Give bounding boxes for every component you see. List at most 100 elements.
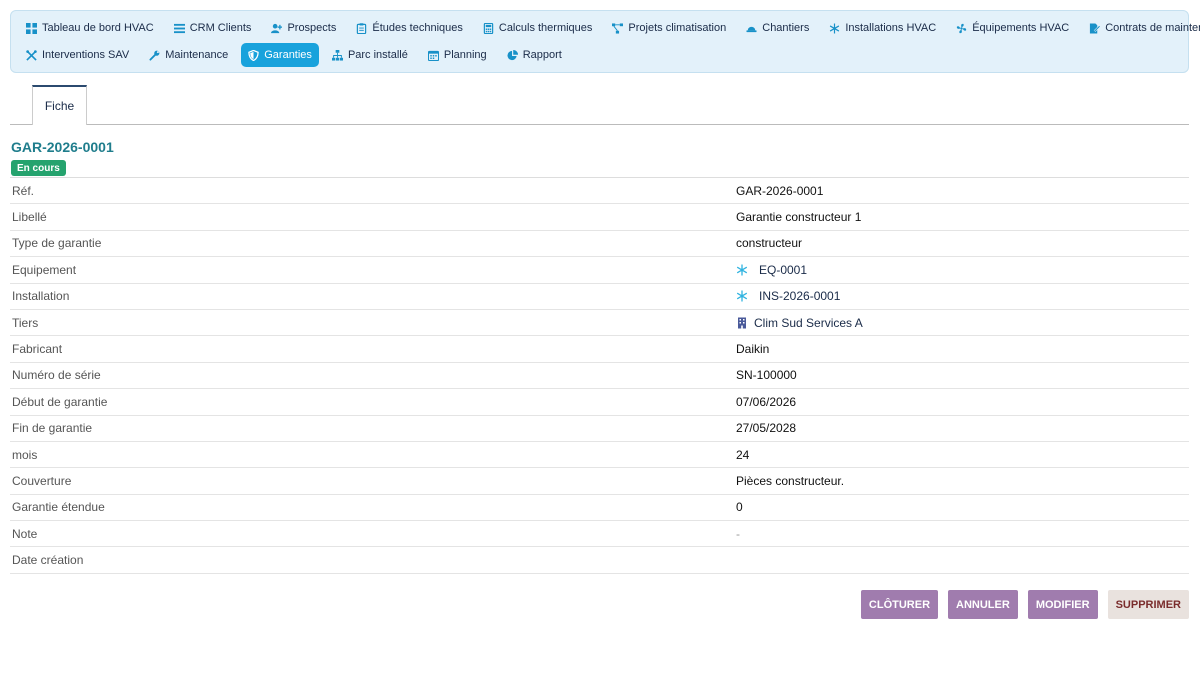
nav-item-chantiers[interactable]: Chantiers [739,16,816,40]
status-badge: En cours [11,160,66,176]
nav-item-label: Parc installé [347,49,408,61]
nav-item-garanties[interactable]: Garanties [241,43,319,67]
field-value: 0 [736,500,743,514]
building-icon [736,317,748,329]
field-value: EQ-0001 [736,263,807,277]
field-label: Equipement [12,262,77,277]
contract-icon [1089,22,1101,34]
nav-item-label: Installations HVAC [845,22,937,34]
nav-item-label: Planning [443,49,487,61]
field-link[interactable]: INS-2026-0001 [759,289,840,303]
nav-item-prospects[interactable]: Prospects [264,16,343,40]
field-link[interactable]: EQ-0001 [759,263,807,277]
field-value-text: Garantie constructeur 1 [736,210,862,225]
field-value-text: 27/05/2028 [736,421,797,436]
field-label: Tiers [12,315,39,330]
nav-item-planning[interactable]: Planning [421,43,494,67]
field-row: Numéro de série SN-100000 [10,363,1189,390]
nav-item-tableau-de-bord-hvac[interactable]: Tableau de bord HVAC [19,16,161,40]
field-label: Type de garantie [12,236,102,251]
field-row: Libellé Garantie constructeur 1 [10,204,1189,231]
nav-item-crm-clients[interactable]: CRM Clients [167,16,259,40]
nav-item-label: Prospects [287,22,337,34]
field-label: mois [12,447,38,462]
nav-item-maintenance[interactable]: Maintenance [142,43,235,67]
field-label: Couverture [12,473,72,488]
field-link[interactable]: Clim Sud Services A [754,316,863,330]
field-row: Fin de garantie 27/05/2028 [10,416,1189,442]
nav-item-label: Calculs thermiques [498,22,593,34]
nav-item-label: Études techniques [372,22,463,34]
shield-icon [248,49,259,61]
calendar-icon [427,50,439,61]
pie-chart-icon [507,49,518,61]
field-label: Installation [12,289,70,304]
nav-item-label: Tableau de bord HVAC [42,22,154,34]
field-value-text: Daikin [736,342,770,357]
field-row: Type de garantie constructeur [10,231,1189,258]
clipboard-icon [356,22,367,34]
field-value-text: Pièces constructeur. [736,473,845,488]
field-value: Daikin [736,342,769,356]
field-value-text: SN-100000 [736,368,797,383]
field-value: constructeur [736,236,802,250]
field-row: mois 24 [10,442,1189,469]
field-value: Garantie constructeur 1 [736,210,861,224]
field-row: Date création [10,547,1189,574]
nav-item-rapport[interactable]: Rapport [500,43,569,67]
field-row: Installation INS-2026-0001 [10,284,1189,310]
field-label: Début de garantie [12,394,108,409]
field-label: Garantie étendue [12,500,105,515]
edit-button[interactable]: MODIFIER [1027,590,1098,619]
nav-item-projets-climatisation[interactable]: Projets climatisation [605,16,733,40]
nav-row-1: Tableau de bord HVAC CRM Clients Prospects… [19,16,1200,40]
field-value-text: 0 [736,500,743,515]
field-value: - [736,527,740,541]
field-label: Réf. [12,183,35,198]
project-diagram-icon [612,22,624,34]
field-label: Date création [12,553,84,568]
field-row: Garantie étendue 0 [10,495,1189,522]
wrench-icon [149,50,160,61]
action-bar: CLÔTURER ANNULER MODIFIER SUPPRIMER [851,590,1189,619]
nav-item-interventions-sav[interactable]: Interventions SAV [19,43,136,67]
field-value-text: GAR-2026-0001 [736,183,824,198]
nav-item-contrats-de-maintenance[interactable]: Contrats de maintenance [1082,16,1200,40]
field-value: SN-100000 [736,368,797,382]
nav-row-2: Interventions SAV Maintenance Garanties Par… [19,43,575,67]
field-row: Couverture Pièces constructeur. [10,468,1189,495]
top-navigation: Tableau de bord HVAC CRM Clients Prospects… [10,10,1200,73]
fields-table: Réf. GAR-2026-0001 Libellé Garantie constru… [10,177,1189,574]
hard-hat-icon [746,23,757,34]
list-icon [173,23,185,34]
field-label: Fin de garantie [12,421,93,436]
field-row: Réf. GAR-2026-0001 [10,178,1189,205]
calculator-icon [483,22,494,34]
nav-item-label: Contrats de maintenance [1105,22,1200,34]
delete-button[interactable]: SUPPRIMER [1107,590,1189,619]
nav-item-installations-hvac[interactable]: Installations HVAC [822,16,943,40]
nav-item-equipements-hvac[interactable]: Équipements HVAC [949,16,1076,40]
field-label: Numéro de série [12,368,101,383]
field-value-text: constructeur [736,236,803,251]
sitemap-icon [331,49,343,61]
field-value-text: 24 [736,447,750,462]
field-label: Libellé [12,210,47,225]
tab-bar: Fiche [10,85,1189,125]
field-row: Fabricant Daikin [10,336,1189,363]
nav-item-calculs-thermiques[interactable]: Calculs thermiques [476,16,600,40]
field-value-text: 07/06/2026 [736,394,797,409]
user-plus-icon [271,23,283,34]
nav-item-parc-installe[interactable]: Parc installé [325,43,415,67]
snowflake-icon [736,290,748,302]
nav-item-label: CRM Clients [189,22,252,34]
page-title: GAR-2026-0001 [11,139,114,155]
close-button[interactable]: CLÔTURER [860,590,939,619]
tab-fiche[interactable]: Fiche [32,85,87,125]
nav-item-etudes-techniques[interactable]: Études techniques [349,16,470,40]
cancel-button[interactable]: ANNULER [948,590,1018,619]
field-value: GAR-2026-0001 [736,184,823,198]
fan-icon [956,23,967,34]
nav-item-label: Équipements HVAC [972,22,1070,34]
field-value: Pièces constructeur. [736,474,844,488]
